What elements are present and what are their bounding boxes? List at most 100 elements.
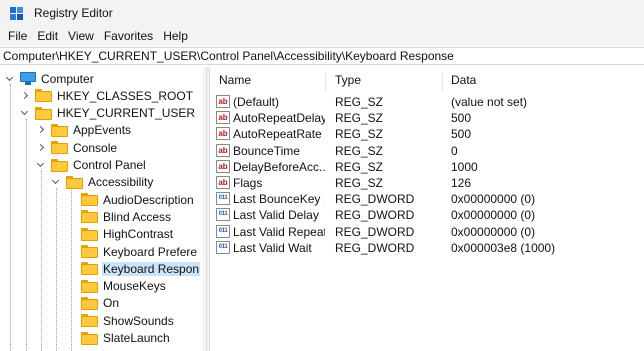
value-data: 1000 <box>451 159 478 174</box>
folder-icon <box>51 141 68 155</box>
tree-item[interactable]: On <box>66 295 120 312</box>
chevron-down-icon[interactable] <box>51 177 61 187</box>
column-header-name[interactable]: Name <box>219 73 251 87</box>
tree-item[interactable]: HKEY_CLASSES_ROOT <box>20 87 194 104</box>
folder-icon <box>51 158 68 172</box>
tree-item[interactable]: AppEvents <box>36 122 132 139</box>
folder-icon <box>81 227 98 241</box>
folder-icon <box>81 279 98 293</box>
chevron-right-icon[interactable] <box>36 143 46 153</box>
column-header-type[interactable]: Type <box>335 73 361 87</box>
value-name: Last Valid Repeat <box>233 224 325 239</box>
tree-item[interactable]: MouseKeys <box>66 278 167 295</box>
value-row[interactable]: 011 Last BounceKey ... REG_DWORD 0x00000000… <box>211 191 644 207</box>
value-type: REG_SZ <box>335 159 384 174</box>
window-title: Registry Editor <box>34 6 113 20</box>
registry-tree[interactable]: Computer HKEY_CLASSES_ROOT HKEY_CURRENT_US… <box>0 67 203 351</box>
tree-item[interactable]: ShowSounds <box>66 312 175 329</box>
tree-item[interactable]: Console <box>36 139 118 156</box>
menu-favorites[interactable]: Favorites <box>99 29 158 43</box>
tree-item-label: AppEvents <box>73 123 132 138</box>
value-type: REG_SZ <box>335 143 384 158</box>
string-value-icon: ab <box>216 95 230 108</box>
tree-item-label: Control Panel <box>73 158 146 172</box>
value-row[interactable]: ab Flags REG_SZ 126 <box>211 175 644 191</box>
tree-item[interactable]: Keyboard Prefere <box>66 243 198 260</box>
tree-item[interactable]: Blind Access <box>66 208 172 225</box>
value-data: 500 <box>451 127 472 142</box>
value-row[interactable]: 011 Last Valid Repeat REG_DWORD 0x00000000 … <box>211 224 644 240</box>
menu-file[interactable]: File <box>3 29 32 43</box>
tree-item[interactable]: Control Panel <box>36 157 147 174</box>
value-row[interactable]: ab (Default) REG_SZ (value not set) <box>211 94 644 110</box>
value-row[interactable]: ab AutoRepeatDelay REG_SZ 500 <box>211 110 644 126</box>
value-type: REG_DWORD <box>335 192 415 207</box>
computer-icon <box>20 72 36 85</box>
tree-item[interactable]: Keyboard Respon <box>66 260 201 277</box>
value-name: Last Valid Wait <box>233 240 312 255</box>
tree-item-label: HKEY_CLASSES_ROOT <box>57 88 194 103</box>
column-divider[interactable] <box>442 73 443 91</box>
column-divider[interactable] <box>325 73 326 91</box>
value-row[interactable]: 011 Last Valid Delay REG_DWORD 0x00000000 (… <box>211 207 644 223</box>
dword-value-icon: 011 <box>216 208 230 222</box>
value-name: AutoRepeatRate <box>233 127 322 142</box>
tree-guide-line <box>56 188 57 351</box>
value-type: REG_SZ <box>335 127 384 142</box>
value-row[interactable]: 011 Last Valid Wait REG_DWORD 0x000003e8 (1… <box>211 240 644 256</box>
menu-view[interactable]: View <box>63 29 99 43</box>
value-data: 500 <box>451 111 472 126</box>
folder-icon <box>81 193 98 207</box>
tree-item-label: Computer <box>41 71 94 86</box>
tree-guide-line <box>26 119 27 351</box>
tree-item[interactable]: AudioDescription <box>66 191 195 208</box>
folder-icon <box>35 89 52 103</box>
tree-item[interactable]: Computer <box>5 70 95 87</box>
value-data: 0x000003e8 (1000) <box>451 240 556 255</box>
string-value-icon: ab <box>216 111 230 125</box>
value-row[interactable]: ab AutoRepeatRate REG_SZ 500 <box>211 126 644 142</box>
tree-item-label: AudioDescription <box>103 192 194 207</box>
value-type: REG_DWORD <box>335 240 415 255</box>
tree-item-label: On <box>103 296 120 311</box>
tree-item[interactable]: HighContrast <box>66 226 174 243</box>
address-bar[interactable]: Computer\HKEY_CURRENT_USER\Control Panel… <box>0 47 644 65</box>
pane-splitter[interactable] <box>206 67 210 351</box>
chevron-down-icon[interactable] <box>20 108 30 118</box>
value-type: REG_SZ <box>335 111 384 126</box>
tree-item-label: ShowSounds <box>103 313 174 328</box>
tree-item-label: HighContrast <box>103 227 174 242</box>
chevron-right-icon[interactable] <box>20 91 30 101</box>
tree-item[interactable]: Accessibility <box>51 174 154 191</box>
value-data: 0 <box>451 143 458 158</box>
menu-help[interactable]: Help <box>158 29 193 43</box>
tree-item[interactable]: HKEY_CURRENT_USER <box>20 105 196 122</box>
folder-icon <box>81 245 98 258</box>
title-bar: Registry Editor <box>0 0 644 26</box>
chevron-down-icon[interactable] <box>36 160 46 170</box>
value-data: (value not set) <box>451 95 528 109</box>
tree-item-label: SlateLaunch <box>103 331 170 345</box>
value-type: REG_DWORD <box>335 208 415 223</box>
folder-icon <box>66 175 83 189</box>
string-value-icon: ab <box>216 159 230 173</box>
tree-item-label: Keyboard Respon <box>102 261 201 276</box>
tree-item-label: HKEY_CURRENT_USER <box>57 106 196 121</box>
column-header-data[interactable]: Data <box>451 73 476 87</box>
string-value-icon: ab <box>216 176 230 189</box>
value-data: 126 <box>451 176 472 190</box>
chevron-down-icon[interactable] <box>5 74 15 84</box>
tree-item[interactable]: SlateLaunch <box>66 330 171 347</box>
value-row[interactable]: ab DelayBeforeAcc... REG_SZ 1000 <box>211 159 644 175</box>
value-row[interactable]: ab BounceTime REG_SZ 0 <box>211 143 644 159</box>
values-list[interactable]: Name Type Data ab (Default) REG_SZ (value n… <box>211 67 644 351</box>
chevron-right-icon[interactable] <box>36 125 46 135</box>
menu-edit[interactable]: Edit <box>32 29 63 43</box>
